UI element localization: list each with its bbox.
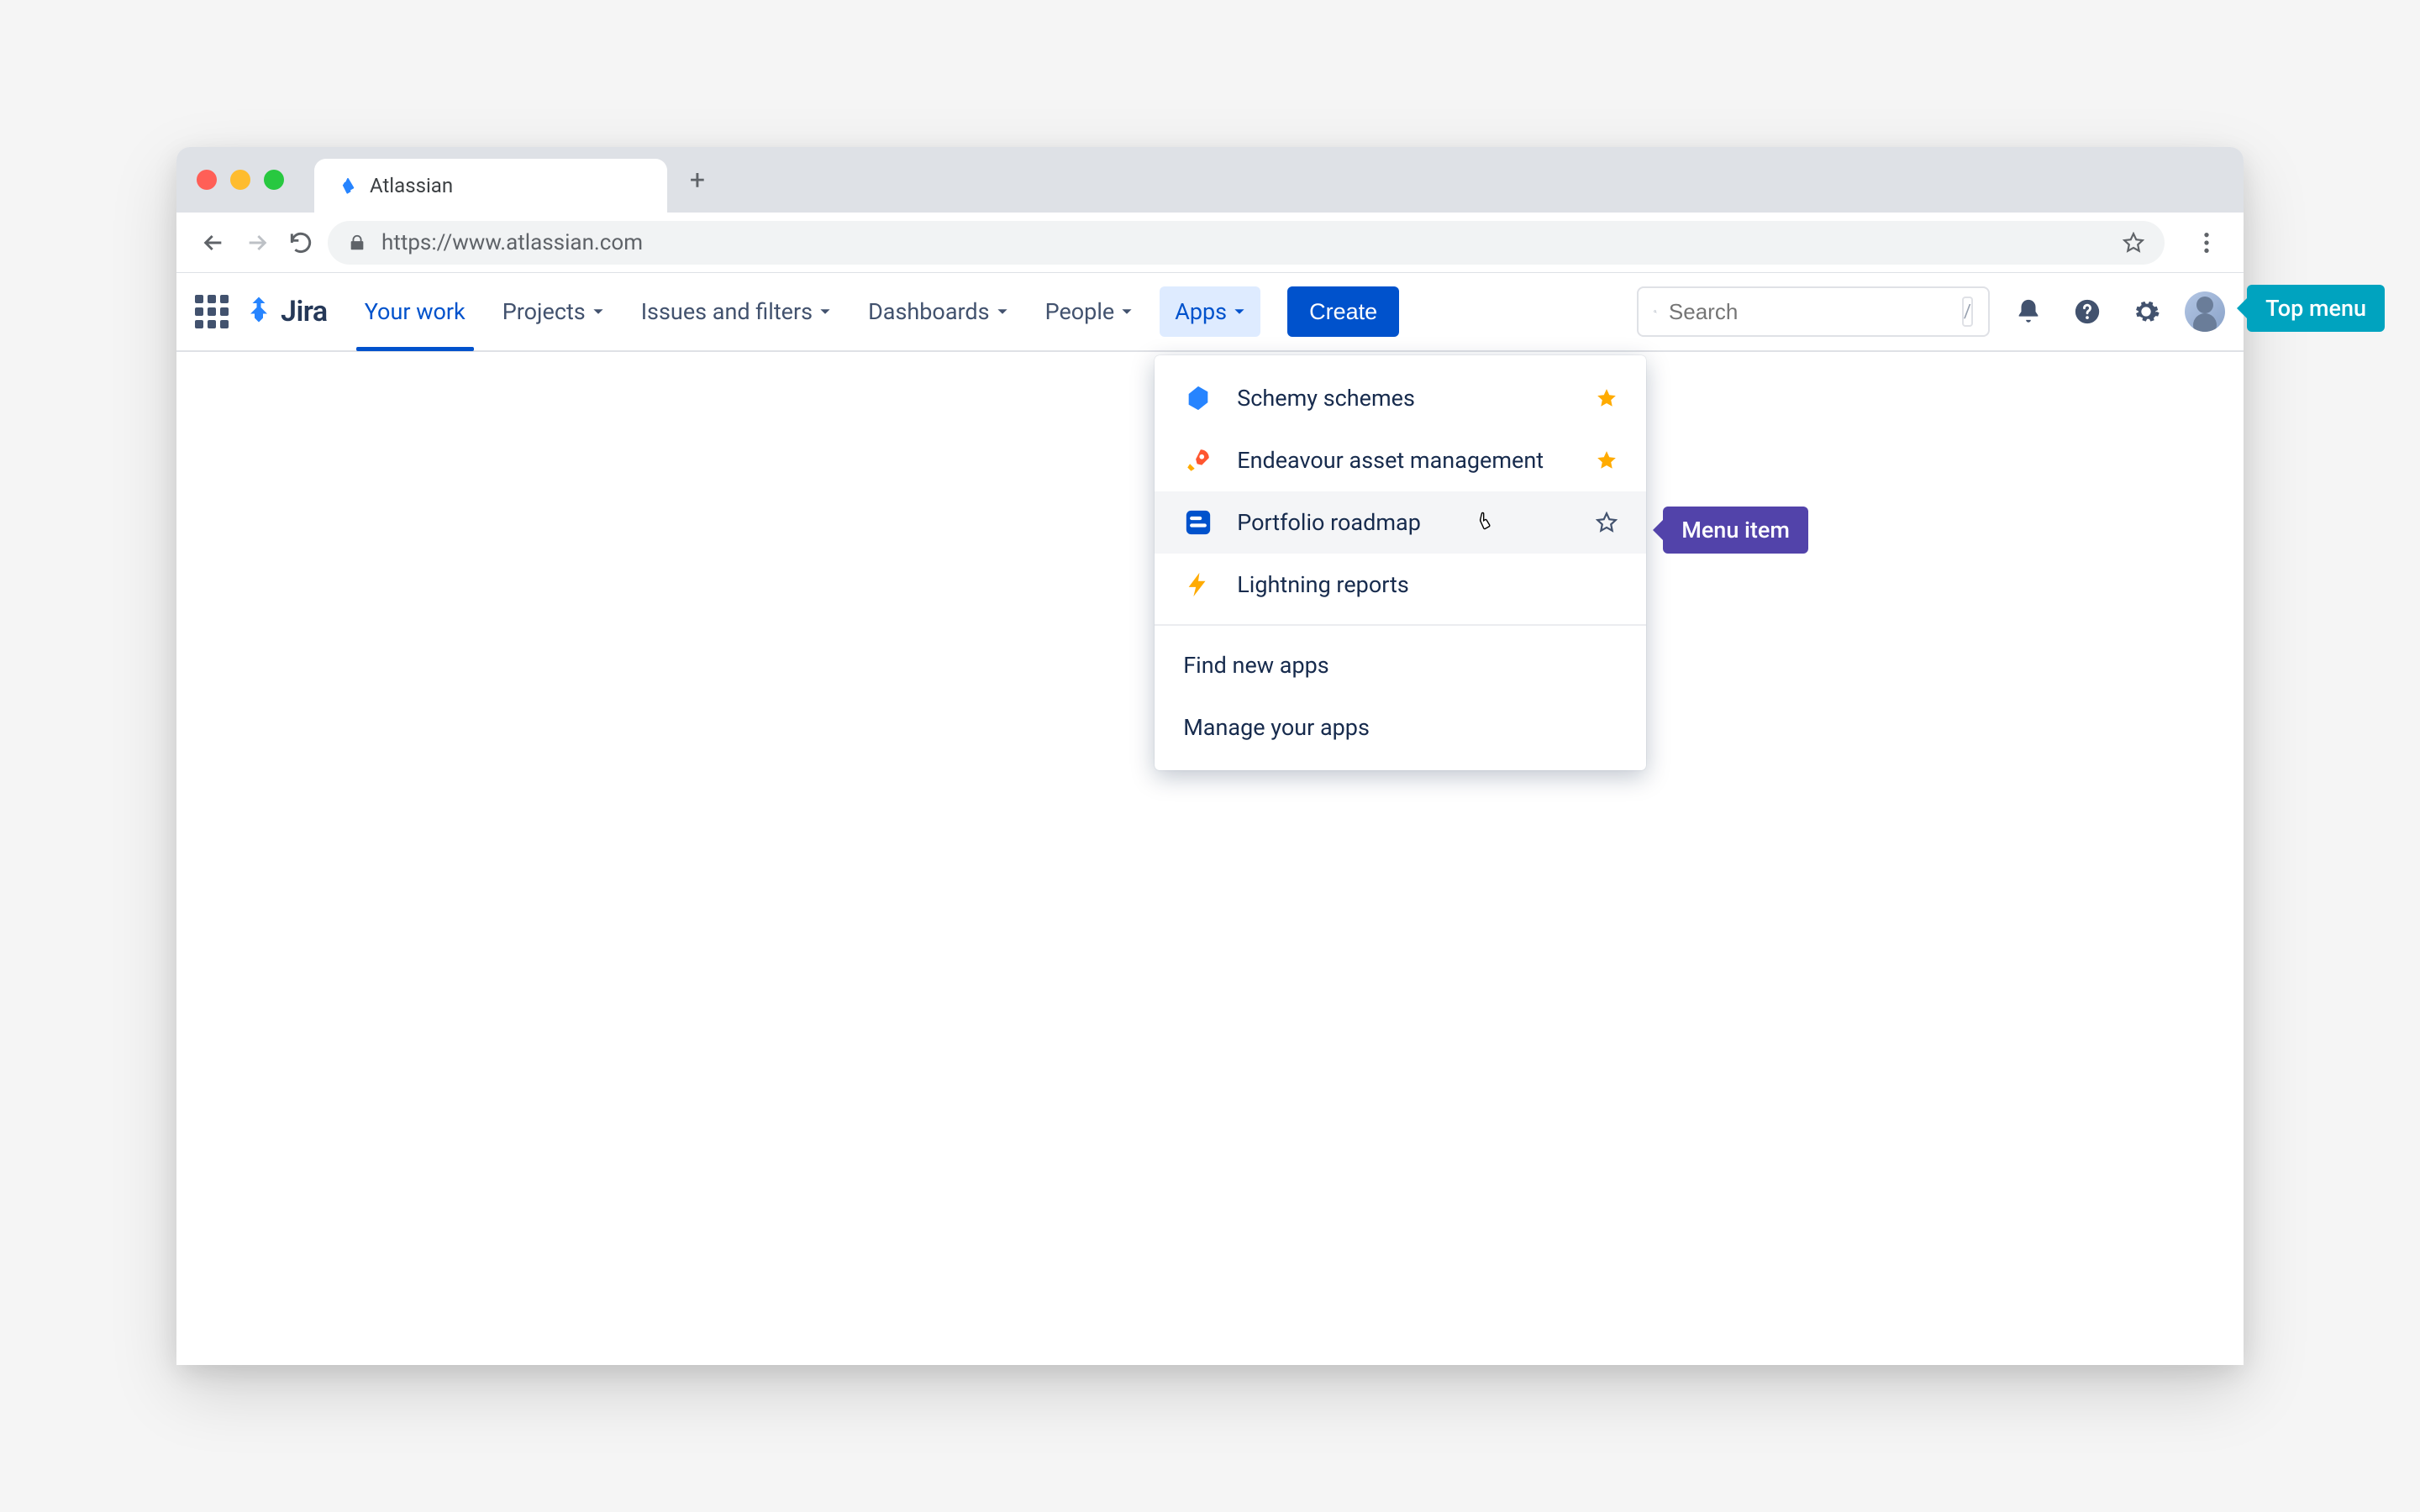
search-input[interactable]: [1669, 299, 1950, 325]
nav-issues-label: Issues and filters: [641, 298, 813, 325]
gear-icon: [2132, 297, 2160, 326]
jira-mark-icon: [242, 295, 276, 328]
bell-icon: [2014, 297, 2043, 326]
dropdown-item-label: Endeavour asset management: [1237, 447, 1572, 474]
chevron-down-icon: [819, 306, 831, 318]
nav-your-work-label: Your work: [365, 298, 466, 325]
window-controls: [197, 170, 284, 190]
search-icon: [1654, 301, 1657, 323]
lock-icon: [348, 234, 366, 252]
app-switcher-button[interactable]: [195, 295, 229, 328]
browser-reload-button[interactable]: [284, 226, 318, 260]
notifications-button[interactable]: [2008, 291, 2049, 332]
callout-text: Menu item: [1681, 517, 1790, 543]
window-minimize-button[interactable]: [230, 170, 250, 190]
nav-issues[interactable]: Issues and filters: [626, 272, 846, 351]
nav-apps-label: Apps: [1175, 298, 1227, 325]
chevron-down-icon: [1234, 306, 1245, 318]
apps-dropdown-item[interactable]: Portfolio roadmap: [1155, 491, 1646, 554]
roadmap-icon: [1183, 507, 1213, 538]
browser-back-button[interactable]: [197, 226, 230, 260]
rocket-icon: [1183, 445, 1213, 475]
nav-your-work[interactable]: Your work: [350, 272, 481, 351]
nav-apps-wrapper: Apps Schemy schemes Endeavour asset man: [1155, 286, 1265, 337]
browser-window: Atlassian + https://www.atlassian.com: [176, 147, 2244, 1365]
app-top-nav: Jira Your work Projects Issues and filte…: [176, 273, 2244, 352]
find-new-apps-link[interactable]: Find new apps: [1155, 634, 1646, 696]
browser-forward-button[interactable]: [240, 226, 274, 260]
window-zoom-button[interactable]: [264, 170, 284, 190]
nav-projects-label: Projects: [502, 298, 586, 325]
product-name: Jira: [281, 295, 328, 328]
chevron-down-icon: [1121, 306, 1133, 318]
browser-menu-button[interactable]: [2190, 226, 2223, 260]
manage-apps-label: Manage your apps: [1183, 714, 1370, 741]
star-filled-icon[interactable]: [1596, 387, 1618, 409]
apps-dropdown: Schemy schemes Endeavour asset managemen…: [1155, 355, 1646, 770]
chevron-down-icon: [997, 306, 1008, 318]
browser-tab-title: Atlassian: [370, 174, 453, 197]
lightning-icon: [1183, 570, 1213, 600]
apps-dropdown-item[interactable]: Schemy schemes: [1155, 367, 1646, 429]
browser-tab-strip: Atlassian +: [176, 147, 2244, 213]
nav-dashboards-label: Dashboards: [868, 298, 990, 325]
bookmark-star-icon[interactable]: [2123, 232, 2144, 254]
nav-apps[interactable]: Apps: [1160, 286, 1260, 337]
chevron-down-icon: [592, 306, 604, 318]
create-button[interactable]: Create: [1287, 286, 1399, 337]
star-outline-icon[interactable]: [1596, 512, 1618, 533]
user-avatar[interactable]: [2185, 291, 2225, 332]
nav-projects[interactable]: Projects: [487, 272, 619, 351]
browser-tab[interactable]: Atlassian: [314, 159, 667, 213]
create-button-label: Create: [1309, 299, 1377, 324]
dropdown-divider: [1155, 624, 1646, 626]
help-icon: [2073, 297, 2102, 326]
help-button[interactable]: [2067, 291, 2107, 332]
atlassian-favicon-icon: [338, 176, 358, 196]
search-box[interactable]: /: [1637, 286, 1990, 337]
dropdown-item-label: Schemy schemes: [1237, 385, 1572, 412]
manage-apps-link[interactable]: Manage your apps: [1155, 696, 1646, 759]
dropdown-item-label: Portfolio roadmap: [1237, 509, 1572, 536]
search-shortcut-hint: /: [1962, 297, 1973, 327]
browser-url-bar[interactable]: https://www.atlassian.com: [328, 221, 2165, 265]
apps-dropdown-item[interactable]: Lightning reports: [1155, 554, 1646, 616]
callout-text: Top menu: [2265, 295, 2366, 322]
apps-dropdown-item[interactable]: Endeavour asset management: [1155, 429, 1646, 491]
browser-url-text: https://www.atlassian.com: [381, 230, 643, 255]
jira-logo[interactable]: Jira: [242, 295, 328, 328]
window-close-button[interactable]: [197, 170, 217, 190]
browser-toolbar: https://www.atlassian.com: [176, 213, 2244, 273]
nav-dashboards[interactable]: Dashboards: [853, 272, 1023, 351]
star-filled-icon[interactable]: [1596, 449, 1618, 471]
nav-people[interactable]: People: [1030, 272, 1149, 351]
dropdown-item-label: Lightning reports: [1237, 571, 1618, 598]
callout-label: Menu item: [1663, 507, 1808, 554]
new-tab-button[interactable]: +: [681, 163, 714, 197]
nav-people-label: People: [1045, 298, 1115, 325]
find-new-apps-label: Find new apps: [1183, 652, 1328, 679]
hexagon-icon: [1183, 383, 1213, 413]
callout-label: Top menu: [2247, 285, 2385, 332]
settings-button[interactable]: [2126, 291, 2166, 332]
